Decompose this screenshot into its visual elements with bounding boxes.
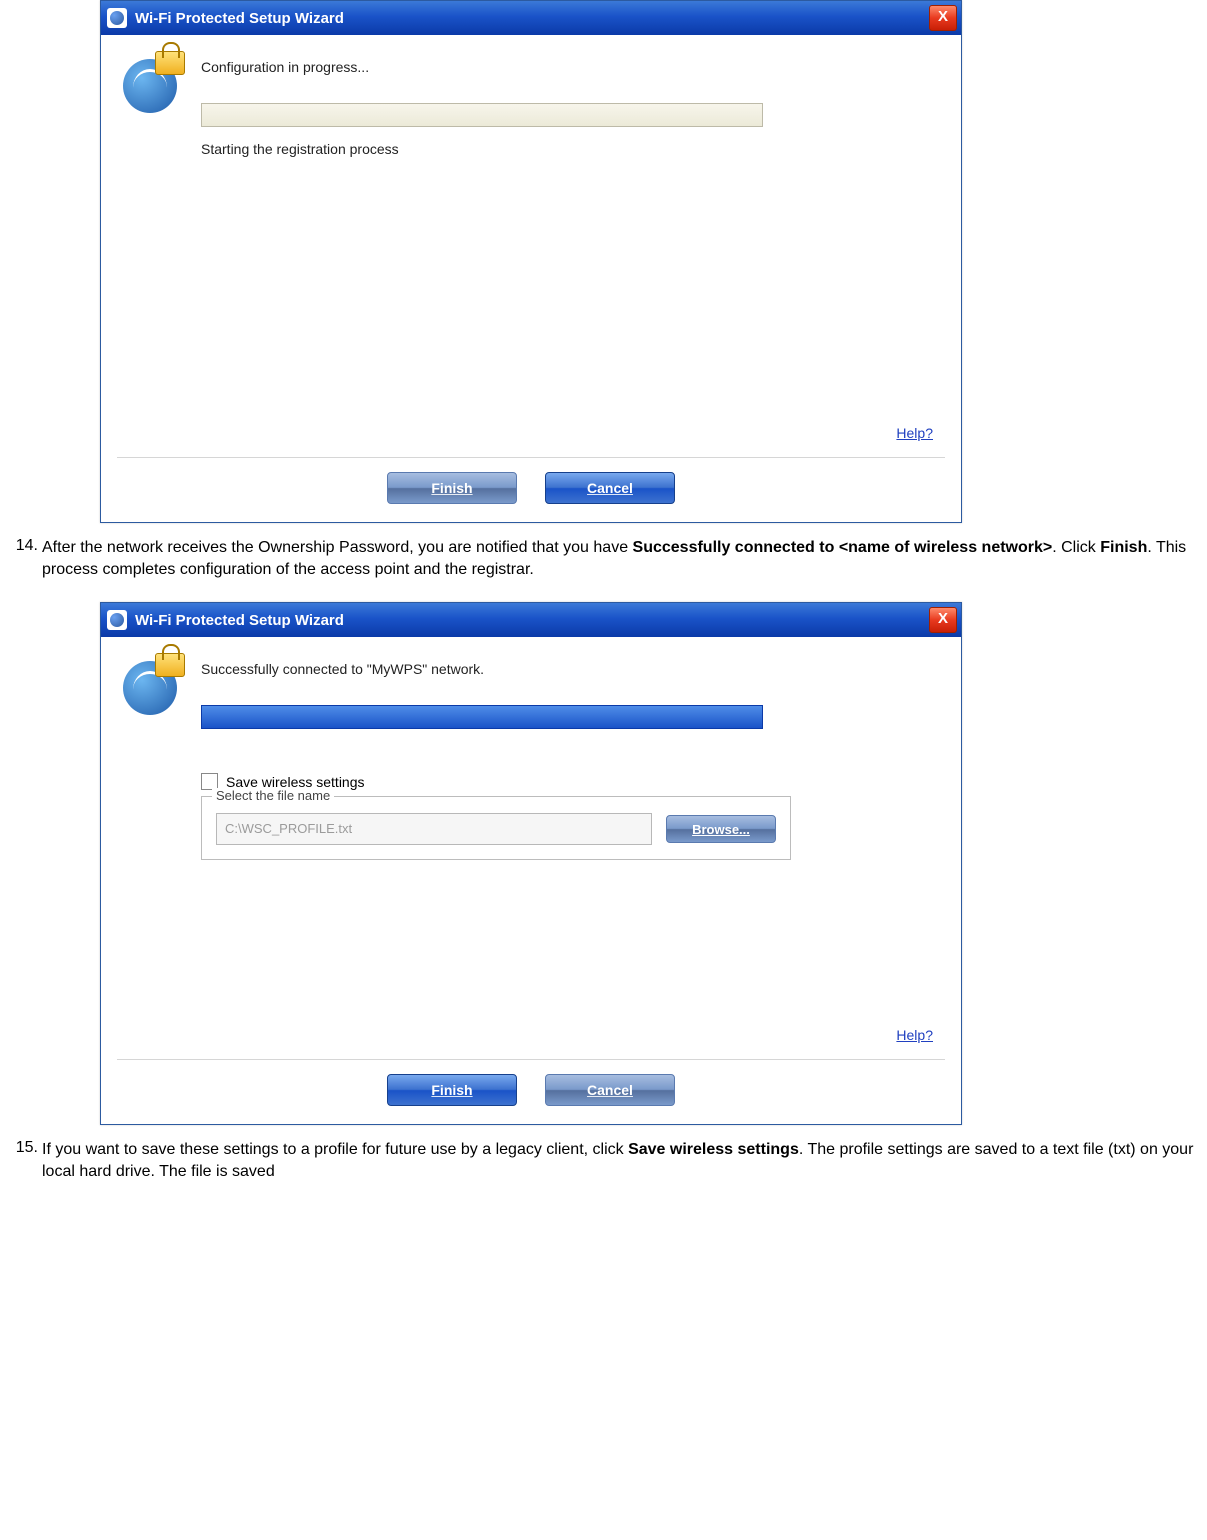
window-title: Wi-Fi Protected Setup Wizard — [135, 10, 929, 27]
wps-wizard-dialog-progress: Wi-Fi Protected Setup Wizard X Configura… — [100, 0, 962, 523]
app-icon — [107, 610, 127, 630]
step-number-15: 15. — [0, 1139, 38, 1157]
app-icon — [107, 8, 127, 28]
success-message: Successfully connected to "MyWPS" networ… — [201, 661, 939, 677]
file-path-input[interactable]: C:\WSC_PROFILE.txt — [216, 813, 652, 845]
cancel-button[interactable]: Cancel — [545, 472, 675, 504]
help-link[interactable]: Help? — [896, 1027, 933, 1043]
step-15-text: If you want to save these settings to a … — [42, 1139, 1199, 1182]
window-title: Wi-Fi Protected Setup Wizard — [135, 612, 929, 629]
finish-button[interactable]: Finish — [387, 1074, 517, 1106]
title-bar[interactable]: Wi-Fi Protected Setup Wizard X — [101, 603, 961, 637]
close-icon[interactable]: X — [929, 607, 957, 633]
close-icon[interactable]: X — [929, 5, 957, 31]
help-link[interactable]: Help? — [896, 425, 933, 441]
step-number-14: 14. — [0, 537, 38, 555]
wps-lock-icon — [123, 655, 183, 715]
wps-lock-icon — [123, 53, 183, 113]
progress-bar-complete — [201, 705, 763, 729]
fieldset-legend: Select the file name — [212, 788, 334, 803]
step-14-text: After the network receives the Ownership… — [42, 537, 1199, 580]
status-text: Starting the registration process — [201, 141, 939, 157]
progress-bar — [201, 103, 763, 127]
cancel-button[interactable]: Cancel — [545, 1074, 675, 1106]
finish-button[interactable]: Finish — [387, 472, 517, 504]
browse-button[interactable]: Browse... — [666, 815, 776, 843]
file-name-fieldset: Select the file name C:\WSC_PROFILE.txt … — [201, 796, 791, 860]
wps-wizard-dialog-success: Wi-Fi Protected Setup Wizard X Successfu… — [100, 602, 962, 1125]
title-bar[interactable]: Wi-Fi Protected Setup Wizard X — [101, 1, 961, 35]
progress-message: Configuration in progress... — [201, 59, 939, 75]
